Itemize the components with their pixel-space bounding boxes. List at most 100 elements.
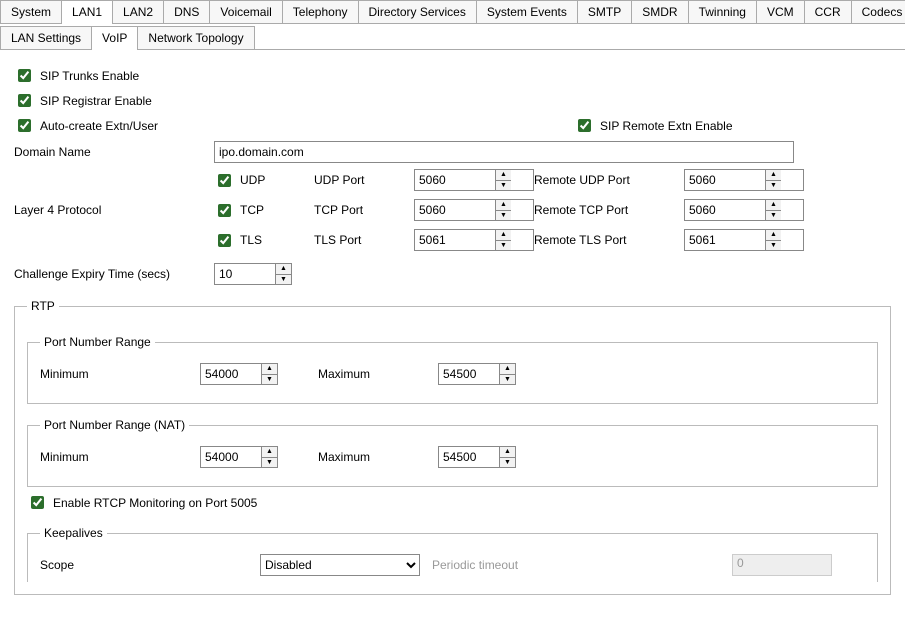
challenge-expiry-spin-buttons[interactable]: ▲▼ <box>275 264 291 284</box>
top-tab-twinning[interactable]: Twinning <box>688 0 757 23</box>
top-tab-row: SystemLAN1LAN2DNSVoicemailTelephonyDirec… <box>0 0 905 24</box>
tcp-port-spin-buttons[interactable]: ▲▼ <box>495 200 511 220</box>
pnr-max-spin-buttons[interactable]: ▲▼ <box>499 364 515 384</box>
rtcp-monitoring-checkbox[interactable]: Enable RTCP Monitoring on Port 5005 <box>27 493 257 512</box>
challenge-expiry-spinner[interactable]: ▲▼ <box>214 263 292 285</box>
spin-down-icon[interactable]: ▼ <box>500 458 515 468</box>
spin-down-icon[interactable]: ▼ <box>766 241 781 251</box>
top-tab-ccr[interactable]: CCR <box>804 0 852 23</box>
rtcp-monitoring-label: Enable RTCP Monitoring on Port 5005 <box>53 496 257 510</box>
top-tab-dns[interactable]: DNS <box>163 0 210 23</box>
tcp-port-spinner[interactable]: ▲▼ <box>414 199 534 221</box>
tcp-port-input[interactable] <box>415 200 495 220</box>
top-tab-system-events[interactable]: System Events <box>476 0 578 23</box>
remote-udp-port-spinner[interactable]: ▲▼ <box>684 169 804 191</box>
top-tab-lan2[interactable]: LAN2 <box>112 0 164 23</box>
spin-down-icon[interactable]: ▼ <box>500 375 515 385</box>
udp-port-input[interactable] <box>415 170 495 190</box>
top-tab-smtp[interactable]: SMTP <box>577 0 632 23</box>
pnr-max-input[interactable] <box>439 364 499 384</box>
rtp-legend: RTP <box>27 299 59 313</box>
sub-tab-network-topology[interactable]: Network Topology <box>137 26 254 49</box>
spin-up-icon[interactable]: ▲ <box>766 200 781 211</box>
spin-down-icon[interactable]: ▼ <box>766 181 781 191</box>
spin-up-icon[interactable]: ▲ <box>276 264 291 275</box>
remote-udp-port-input[interactable] <box>685 170 765 190</box>
tls-port-spinner[interactable]: ▲▼ <box>414 229 534 251</box>
pnr-max-spinner[interactable]: ▲▼ <box>438 363 516 385</box>
pnr-nat-min-spin-buttons[interactable]: ▲▼ <box>261 447 277 467</box>
remote-tcp-port-spinner[interactable]: ▲▼ <box>684 199 804 221</box>
sub-tab-voip[interactable]: VoIP <box>91 26 138 49</box>
udp-checkbox[interactable]: UDP <box>214 171 314 190</box>
sip-registrar-enable-checkbox[interactable]: SIP Registrar Enable <box>14 91 152 110</box>
remote-tls-port-spinner[interactable]: ▲▼ <box>684 229 804 251</box>
spin-up-icon[interactable]: ▲ <box>496 200 511 211</box>
rtcp-monitoring-input[interactable] <box>31 496 44 509</box>
spin-down-icon[interactable]: ▼ <box>496 181 511 191</box>
pnr-nat-max-input[interactable] <box>439 447 499 467</box>
top-tab-system[interactable]: System <box>0 0 62 23</box>
pnr-nat-min-spinner[interactable]: ▲▼ <box>200 446 278 468</box>
spin-up-icon[interactable]: ▲ <box>262 447 277 458</box>
spin-up-icon[interactable]: ▲ <box>500 447 515 458</box>
tcp-checkbox-input[interactable] <box>218 204 231 217</box>
pnr-nat-max-spin-buttons[interactable]: ▲▼ <box>499 447 515 467</box>
top-tab-telephony[interactable]: Telephony <box>282 0 359 23</box>
top-tab-smdr[interactable]: SMDR <box>631 0 688 23</box>
spin-down-icon[interactable]: ▼ <box>262 375 277 385</box>
pnr-nat-max-spinner[interactable]: ▲▼ <box>438 446 516 468</box>
sip-trunks-enable-input[interactable] <box>18 69 31 82</box>
spin-up-icon[interactable]: ▲ <box>496 170 511 181</box>
sip-remote-extn-input[interactable] <box>578 119 591 132</box>
pnr-min-spin-buttons[interactable]: ▲▼ <box>261 364 277 384</box>
scope-select[interactable]: Disabled <box>260 554 420 576</box>
challenge-expiry-label: Challenge Expiry Time (secs) <box>14 267 214 281</box>
spin-down-icon[interactable]: ▼ <box>766 211 781 221</box>
remote-tls-port-spin-buttons[interactable]: ▲▼ <box>765 230 781 250</box>
tls-checkbox-input[interactable] <box>218 234 231 247</box>
pnr-nat-min-label: Minimum <box>40 450 200 464</box>
auto-create-extn-checkbox[interactable]: Auto-create Extn/User <box>14 116 574 135</box>
auto-create-extn-input[interactable] <box>18 119 31 132</box>
top-tab-directory-services[interactable]: Directory Services <box>358 0 477 23</box>
top-tab-lan1[interactable]: LAN1 <box>61 0 113 23</box>
spin-up-icon[interactable]: ▲ <box>766 230 781 241</box>
tls-checkbox-label: TLS <box>240 233 262 247</box>
layer4-label: Layer 4 Protocol <box>14 203 214 217</box>
port-number-range-nat-legend: Port Number Range (NAT) <box>40 418 189 432</box>
domain-name-label: Domain Name <box>14 145 214 159</box>
spin-up-icon[interactable]: ▲ <box>262 364 277 375</box>
spin-down-icon[interactable]: ▼ <box>496 241 511 251</box>
sip-registrar-enable-input[interactable] <box>18 94 31 107</box>
spin-down-icon[interactable]: ▼ <box>496 211 511 221</box>
pnr-min-input[interactable] <box>201 364 261 384</box>
pnr-min-spinner[interactable]: ▲▼ <box>200 363 278 385</box>
remote-udp-port-spin-buttons[interactable]: ▲▼ <box>765 170 781 190</box>
remote-tls-port-input[interactable] <box>685 230 765 250</box>
top-tab-vcm[interactable]: VCM <box>756 0 805 23</box>
sip-remote-extn-checkbox[interactable]: SIP Remote Extn Enable <box>574 116 733 135</box>
udp-checkbox-input[interactable] <box>218 174 231 187</box>
pnr-nat-min-input[interactable] <box>201 447 261 467</box>
spin-up-icon[interactable]: ▲ <box>766 170 781 181</box>
challenge-expiry-input[interactable] <box>215 264 275 284</box>
sub-tab-lan-settings[interactable]: LAN Settings <box>0 26 92 49</box>
top-tab-voicemail[interactable]: Voicemail <box>209 0 282 23</box>
spin-down-icon[interactable]: ▼ <box>262 458 277 468</box>
spin-down-icon[interactable]: ▼ <box>276 275 291 285</box>
spin-up-icon[interactable]: ▲ <box>500 364 515 375</box>
udp-port-spinner[interactable]: ▲▼ <box>414 169 534 191</box>
tls-port-spin-buttons[interactable]: ▲▼ <box>495 230 511 250</box>
tls-checkbox[interactable]: TLS <box>214 231 314 250</box>
sip-trunks-enable-checkbox[interactable]: SIP Trunks Enable <box>14 66 139 85</box>
tls-port-input[interactable] <box>415 230 495 250</box>
remote-tcp-port-input[interactable] <box>685 200 765 220</box>
tcp-checkbox[interactable]: TCP <box>214 201 314 220</box>
spin-up-icon[interactable]: ▲ <box>496 230 511 241</box>
udp-port-spin-buttons[interactable]: ▲▼ <box>495 170 511 190</box>
domain-name-input[interactable] <box>214 141 794 163</box>
voip-panel: SIP Trunks Enable SIP Registrar Enable A… <box>0 50 905 611</box>
top-tab-codecs[interactable]: Codecs <box>851 0 905 23</box>
remote-tcp-port-spin-buttons[interactable]: ▲▼ <box>765 200 781 220</box>
